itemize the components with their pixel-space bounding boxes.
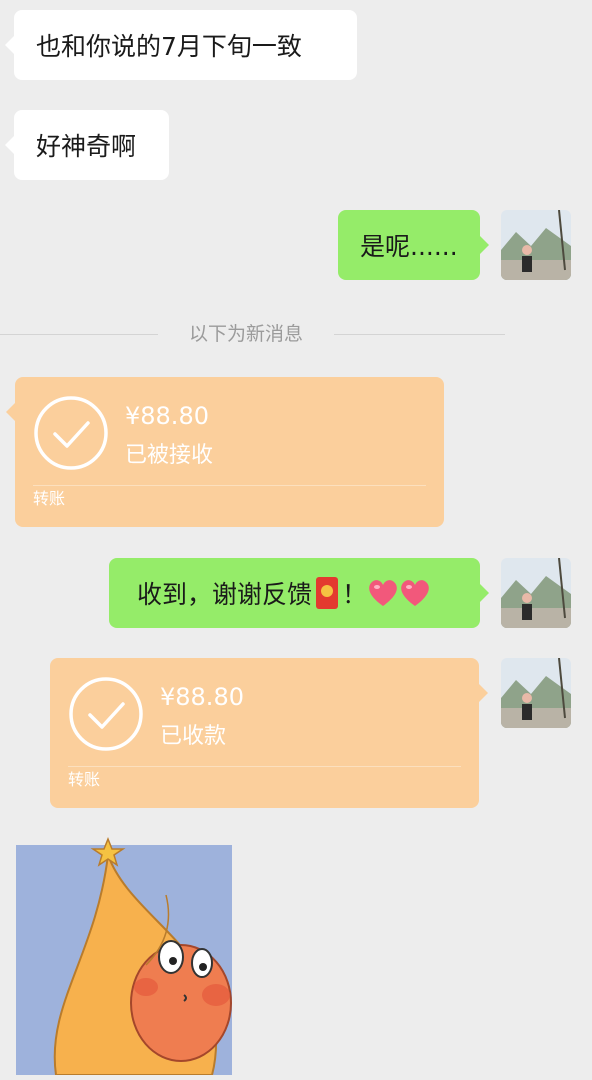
incoming-message-bubble[interactable]: 好神奇啊 [5, 110, 169, 180]
card-divider [68, 766, 461, 767]
check-circle-icon [34, 396, 108, 470]
transfer-amount: ¥88.80 [125, 402, 209, 430]
user-avatar[interactable] [501, 210, 571, 280]
transfer-amount: ¥88.80 [160, 683, 244, 711]
message-text: 也和你说的7月下旬一致 [36, 32, 302, 61]
user-avatar[interactable] [501, 558, 571, 628]
heart-emoji-icon [369, 580, 397, 606]
transfer-status: 已被接收 [125, 443, 214, 468]
message-text: 是呢...... [360, 232, 458, 261]
transfer-kind-label: 转账 [68, 770, 101, 789]
outgoing-message-bubble[interactable]: 是呢...... [338, 210, 489, 280]
transfer-card-received[interactable]: ¥88.80 已被接收 转账 [6, 377, 444, 527]
incoming-message-bubble[interactable]: 也和你说的7月下旬一致 [5, 10, 357, 80]
outgoing-message-bubble[interactable]: 收到，谢谢反馈 ！ [109, 558, 489, 628]
exclamation-text: ！ [342, 580, 368, 609]
sticker-image[interactable] [16, 835, 236, 1075]
avatar-photo-icon [501, 558, 571, 628]
divider-label: 以下为新消息 [188, 323, 303, 345]
avatar-photo-icon [501, 210, 571, 280]
transfer-card-collected[interactable]: ¥88.80 已收款 转账 [50, 658, 488, 808]
card-divider [33, 485, 426, 486]
heart-emoji-icon [401, 580, 429, 606]
avatar-photo-icon [501, 658, 571, 728]
transfer-kind-label: 转账 [33, 489, 66, 508]
red-envelope-emoji-icon [316, 577, 339, 609]
transfer-status: 已收款 [160, 724, 227, 749]
message-text: 收到，谢谢反馈 [137, 580, 313, 609]
message-text: 好神奇啊 [36, 132, 137, 161]
user-avatar[interactable] [501, 658, 571, 728]
new-messages-divider: 以下为新消息 [0, 318, 505, 350]
check-circle-icon [69, 677, 143, 751]
